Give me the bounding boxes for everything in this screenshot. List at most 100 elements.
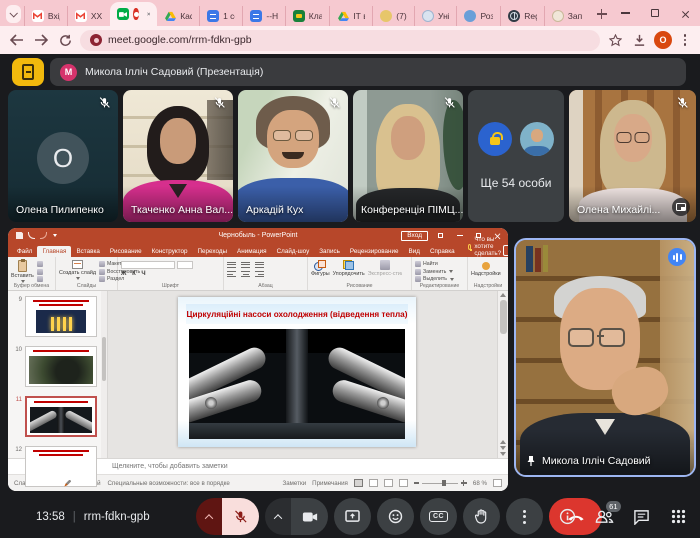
replace-button[interactable]: Заменить [415, 269, 454, 275]
ribbon-tab-design[interactable]: Конструктор [147, 246, 193, 258]
camera-options-button[interactable] [265, 498, 291, 535]
thumbnail-slide-9[interactable]: 9 [12, 296, 105, 337]
new-tab-button[interactable] [593, 5, 606, 23]
tab-mail-7[interactable]: (7) М [372, 6, 414, 26]
reading-view-button[interactable] [384, 479, 393, 487]
present-screen-button[interactable] [334, 498, 371, 535]
tab-search-button[interactable] [6, 5, 21, 23]
paste-button[interactable]: Вставить [11, 259, 34, 283]
arrange-button[interactable]: Упорядочить [333, 259, 365, 277]
thumbnail-scrollbar[interactable] [101, 291, 107, 458]
thumbnail-slide-11-selected[interactable]: 11 [12, 396, 105, 437]
tab-university[interactable]: Уніве [414, 6, 456, 26]
forward-button[interactable] [32, 31, 50, 49]
video-tile-participant-1[interactable]: O Олена Пилипенко [8, 90, 118, 222]
tab-gmail-letter[interactable]: XX ко [67, 6, 111, 26]
tab-docs-sem[interactable]: 1 сем [199, 6, 242, 26]
ribbon-tab-animations[interactable]: Анимация [232, 246, 272, 258]
thumbnail-slide-12[interactable]: 12 [12, 446, 105, 487]
ribbon-tab-insert[interactable]: Вставка [71, 246, 104, 258]
more-participants-tile[interactable]: Ще 54 особи [468, 90, 564, 222]
zoom-slider[interactable] [414, 480, 467, 486]
tab-regla[interactable]: Regla [500, 6, 544, 26]
slide-thumbnail-panel[interactable]: 9 10 11 12 [8, 291, 108, 458]
ribbon-tab-record[interactable]: Запись [314, 246, 345, 258]
normal-view-button[interactable] [354, 479, 363, 487]
tab-drive-it[interactable]: ІТ в н [329, 6, 372, 26]
comments-toggle[interactable]: Примечания [312, 480, 348, 487]
thumbnail-slide-10[interactable]: 10 [12, 346, 105, 387]
align-left-icon[interactable] [227, 271, 236, 278]
mic-mute-button[interactable] [222, 498, 259, 535]
numbering-icon[interactable] [241, 262, 250, 269]
find-button[interactable]: Найти [415, 261, 454, 267]
browser-menu-button[interactable] [678, 31, 692, 49]
powerpoint-window[interactable]: Чернобыль - PowerPoint Вход Файл Главная… [8, 228, 508, 491]
activities-button[interactable] [668, 507, 688, 527]
url-omnibox[interactable]: meet.google.com/rrm-fdkn-gpb [80, 30, 600, 51]
tab-docs-nau[interactable]: --Нау [242, 6, 284, 26]
current-slide[interactable]: Циркуляційні насоси охолодження (відведе… [178, 297, 416, 447]
tab-classroom[interactable]: Класн [285, 6, 330, 26]
captions-button[interactable]: CC [420, 498, 457, 535]
share-button[interactable]: Общий доступ [503, 245, 508, 256]
close-tab-icon[interactable] [147, 10, 151, 18]
tab-schedule[interactable]: Розкл [456, 6, 500, 26]
picture-in-picture-button[interactable] [672, 198, 690, 216]
fit-to-window-button[interactable] [493, 479, 502, 487]
ribbon-tab-view[interactable]: Вид [404, 246, 425, 258]
quick-styles-button[interactable]: Экспресс-стили [368, 259, 402, 277]
cut-icon[interactable] [37, 261, 43, 267]
copy-icon[interactable] [37, 269, 43, 275]
mic-options-button[interactable] [196, 498, 222, 535]
close-window-button[interactable] [670, 0, 700, 26]
tab-drive-kaf[interactable]: Каф.І [157, 6, 199, 26]
extension-button[interactable] [12, 58, 44, 86]
align-right-icon[interactable] [255, 271, 264, 278]
download-button[interactable] [630, 31, 648, 49]
zoom-level[interactable]: 68 % [473, 480, 487, 487]
video-tile-participant-6[interactable]: Олена Михайлі... [569, 90, 696, 222]
speaker-video-tile[interactable]: Микола Ілліч Садовий [514, 238, 696, 477]
minimize-button[interactable] [610, 0, 640, 26]
tab-gmail-inbox[interactable]: Вхідн [24, 6, 67, 26]
addins-button[interactable]: Надстройки [471, 259, 501, 277]
ribbon-tab-transitions[interactable]: Переходы [192, 246, 232, 258]
ribbon-tab-home[interactable]: Главная [37, 246, 71, 258]
align-center-icon[interactable] [241, 271, 250, 278]
slide-scrollbar[interactable] [497, 291, 508, 458]
camera-toggle-button[interactable] [291, 498, 328, 535]
zoom-in-icon[interactable] [461, 480, 467, 486]
reactions-button[interactable] [377, 498, 414, 535]
font-name-box[interactable] [121, 261, 175, 269]
video-tile-participant-3[interactable]: Аркадій Кух [238, 90, 348, 222]
maximize-button[interactable] [640, 0, 670, 26]
zoom-out-icon[interactable] [414, 482, 419, 483]
ribbon-tab-draw[interactable]: Рисование [105, 246, 147, 258]
slide-sorter-view-button[interactable] [369, 479, 378, 487]
reload-button[interactable] [56, 31, 74, 49]
font-style-buttons[interactable]: Ж К Ч [121, 271, 193, 277]
tab-meet-active[interactable] [110, 2, 157, 26]
ribbon-tab-review[interactable]: Рецензирование [345, 246, 404, 258]
chat-button[interactable] [631, 507, 651, 527]
shapes-button[interactable]: Фигуры [311, 259, 330, 277]
profile-avatar[interactable]: O [654, 31, 672, 49]
select-button[interactable]: Выделить [415, 276, 454, 282]
notes-toggle[interactable]: Заметки [282, 480, 306, 487]
indent-icon[interactable] [255, 262, 264, 269]
font-size-box[interactable] [177, 261, 193, 269]
bookmark-star-button[interactable] [606, 31, 624, 49]
new-slide-button[interactable]: Создать слайд [59, 259, 96, 280]
video-tile-participant-4[interactable]: Конференція ПІМЦ... [353, 90, 463, 222]
more-options-button[interactable] [506, 498, 543, 535]
format-painter-icon[interactable] [37, 276, 43, 282]
raise-hand-button[interactable] [463, 498, 500, 535]
tab-invite[interactable]: Запро [544, 6, 589, 26]
meeting-details-button[interactable] [557, 507, 577, 527]
slideshow-view-button[interactable] [399, 479, 408, 487]
tell-me-box[interactable]: Что вы хотите сделать? [468, 236, 504, 257]
ribbon-tab-slideshow[interactable]: Слайд-шоу [272, 246, 315, 258]
back-button[interactable] [8, 31, 26, 49]
ribbon-tab-help[interactable]: Справка [425, 246, 460, 258]
